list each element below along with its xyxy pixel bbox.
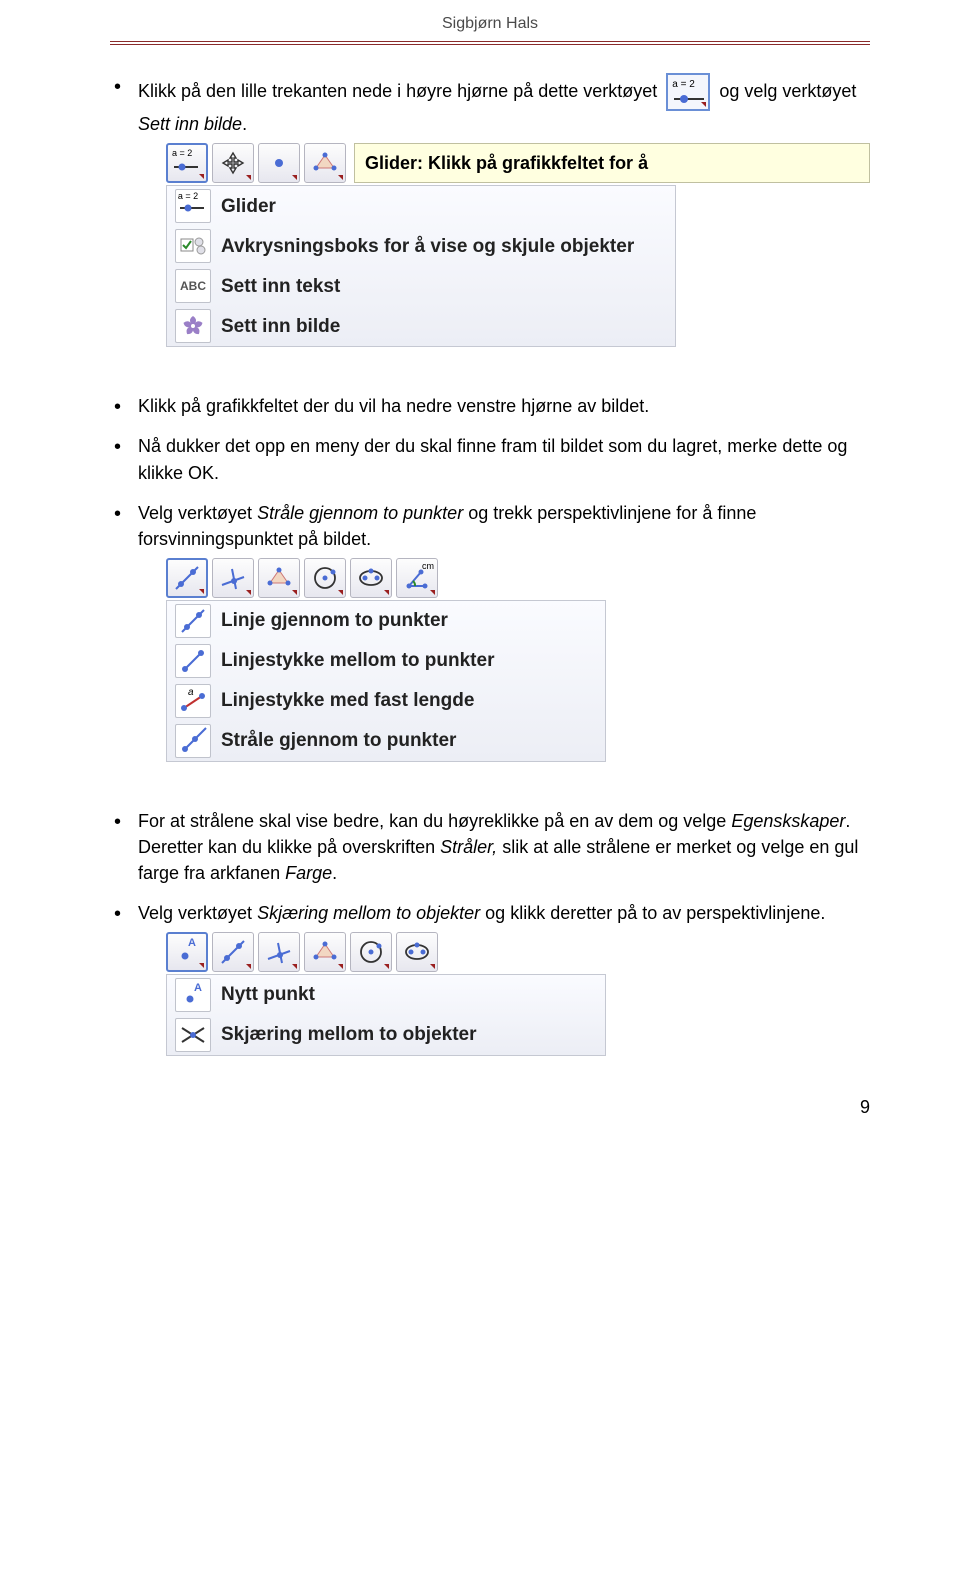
line-icon [175,604,211,638]
slider-tool-icon: a = 2 [666,73,710,111]
text: og klikk deretter på to av perspektivlin… [485,903,825,923]
segment-icon [175,644,211,678]
angle-tool-button[interactable]: cm [396,558,438,598]
page-number: 9 [110,1070,870,1130]
menu-label: Nytt punkt [221,981,315,1009]
text-italic: Stråler, [440,837,497,857]
bullet-1: Klikk på den lille trekanten nede i høyr… [110,73,870,347]
bullet-4: Velg verktøyet Stråle gjennom to punkter… [110,500,870,762]
text-italic: Skjæring mellom to objekter [257,903,480,923]
slider-icon: a = 2 [175,189,211,223]
menu-item-image[interactable]: Sett inn bilde [167,306,675,346]
polygon-tool-button[interactable] [304,932,346,972]
text-italic: Stråle gjennom to punkter [257,503,463,523]
checkbox-icon [175,229,211,263]
menu-item-text[interactable]: ABC Sett inn tekst [167,266,675,306]
text-icon: ABC [175,269,211,303]
cm-label: cm [422,560,434,573]
menu-label: Sett inn tekst [221,273,340,301]
menu-item-ray[interactable]: Stråle gjennom to punkter [167,721,605,761]
text: Velg verktøyet [138,903,252,923]
bullet-3: Nå dukker det opp en meny der du skal fi… [110,433,870,485]
menu-label: Avkrysningsboks for å vise og skjule obj… [221,233,634,261]
image-icon [175,309,211,343]
perpendicular-tool-button[interactable] [258,932,300,972]
text: Klikk på den lille trekanten nede i høyr… [138,81,657,101]
menu-label: Linjestykke mellom to punkter [221,647,494,675]
polygon-tool-button[interactable] [258,558,300,598]
circle-tool-button[interactable] [304,558,346,598]
ellipse-tool-button[interactable] [396,932,438,972]
dropdown-arrow-icon [701,102,706,107]
point-icon: A [175,978,211,1012]
bullet-5: For at strålene skal vise bedre, kan du … [110,808,870,886]
menu-item-segment-fixed[interactable]: a Linjestykke med fast lengde [167,681,605,721]
text: og velg verktøyet [719,81,856,101]
menu-label: Linje gjennom to punkter [221,607,448,635]
screenshot-glider-menu: a = 2 Gli [166,143,870,347]
intersect-icon [175,1018,211,1052]
instruction-list: Klikk på den lille trekanten nede i høyr… [110,73,870,1056]
tool-dropdown-menu: a = 2 Glider Avkrysningsboks for å vise … [166,185,676,347]
segment-fixed-icon: a [175,684,211,718]
text: Klikk på grafikkfeltet der du vil ha ned… [138,396,649,416]
tool-label: a = 2 [172,147,192,160]
ray-icon [175,724,211,758]
menu-label: Linjestykke med fast lengde [221,687,474,715]
header-rule [110,41,870,45]
menu-item-glider[interactable]: a = 2 Glider [167,186,675,226]
bullet-6: Velg verktøyet Skjæring mellom to objekt… [110,900,870,1056]
menu-label: Stråle gjennom to punkter [221,727,456,755]
toolbar-row: cm [166,558,870,598]
tooltip-label: Glider: Klikk på grafikkfeltet for å [354,143,870,183]
toolbar-row: a = 2 Gli [166,143,870,183]
screenshot-lines-menu: cm Linje gjennom to punkter Linjestykke … [166,558,870,762]
move-tool-button[interactable] [212,143,254,183]
screenshot-points-menu: A [166,932,870,1056]
line-tool-button[interactable] [212,932,254,972]
menu-item-new-point[interactable]: A Nytt punkt [167,975,605,1015]
text: . [242,114,247,134]
polygon-tool-button[interactable] [304,143,346,183]
tool-dropdown-menu: Linje gjennom to punkter Linjestykke mel… [166,600,606,762]
menu-item-segment[interactable]: Linjestykke mellom to punkter [167,641,605,681]
dropdown-arrow-icon [199,174,204,179]
text-italic: Farge [285,863,332,883]
menu-label: Sett inn bilde [221,313,340,341]
text: Velg verktøyet [138,503,252,523]
slider-tool-button[interactable]: a = 2 [166,143,208,183]
point-label: A [188,936,196,952]
text: . [332,863,337,883]
page-author: Sigbjørn Hals [110,0,870,41]
text: Nå dukker det opp en meny der du skal fi… [138,436,847,482]
toolbar-row: A [166,932,870,972]
menu-label: Skjæring mellom to objekter [221,1021,477,1049]
line-tool-button[interactable] [166,558,208,598]
menu-item-line[interactable]: Linje gjennom to punkter [167,601,605,641]
tool-dropdown-menu: A Nytt punkt Skjæring mellom to objekter [166,974,606,1056]
ellipse-tool-button[interactable] [350,558,392,598]
point-tool-button[interactable] [258,143,300,183]
text-italic: Sett inn bilde [138,114,242,134]
point-tool-button[interactable]: A [166,932,208,972]
bullet-2: Klikk på grafikkfeltet der du vil ha ned… [110,393,870,419]
menu-item-checkbox[interactable]: Avkrysningsboks for å vise og skjule obj… [167,226,675,266]
circle-tool-button[interactable] [350,932,392,972]
menu-label: Glider [221,193,276,221]
menu-item-intersect[interactable]: Skjæring mellom to objekter [167,1015,605,1055]
text: For at strålene skal vise bedre, kan du … [138,811,726,831]
perpendicular-tool-button[interactable] [212,558,254,598]
text-italic: Egenskskaper [731,811,845,831]
